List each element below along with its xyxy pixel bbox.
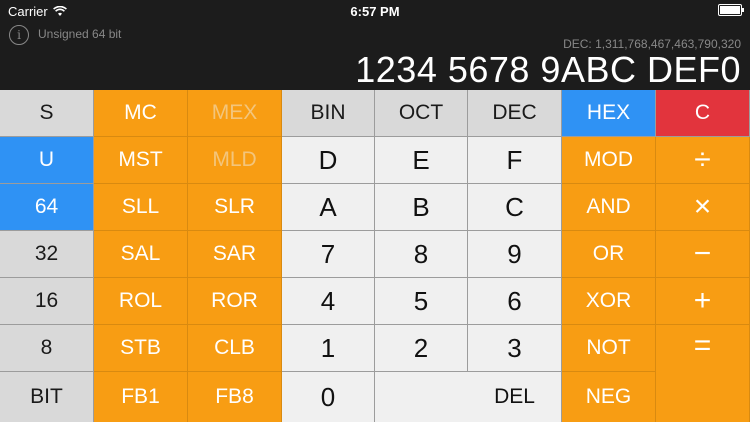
multiply-key[interactable]: × (656, 184, 750, 231)
hex-mode-key[interactable]: HEX (562, 90, 656, 137)
digit-4-key[interactable]: 4 (282, 278, 375, 325)
and-key[interactable]: AND (562, 184, 656, 231)
digit-e-key[interactable]: E (375, 137, 468, 184)
or-key[interactable]: OR (562, 231, 656, 278)
digit-9-key[interactable]: 9 (468, 231, 562, 278)
digit-1-key[interactable]: 1 (282, 325, 375, 372)
bits-16-key[interactable]: 16 (0, 278, 94, 325)
shift-arith-left-key[interactable]: SAL (94, 231, 188, 278)
bits-32-key[interactable]: 32 (0, 231, 94, 278)
xor-key[interactable]: XOR (562, 278, 656, 325)
main-value: 1234 5678 9ABC DEF0 (355, 49, 741, 90)
bits-8-key[interactable]: 8 (0, 325, 94, 372)
digit-6-key[interactable]: 6 (468, 278, 562, 325)
memory-load-key[interactable]: MLD (188, 137, 282, 184)
delete-key[interactable]: DEL (468, 372, 562, 422)
memory-exchange-key[interactable]: MEX (188, 90, 282, 137)
signed-key[interactable]: S (0, 90, 94, 137)
mode-label: Unsigned 64 bit (38, 27, 122, 41)
digit-5-key[interactable]: 5 (375, 278, 468, 325)
divide-key[interactable]: ÷ (656, 137, 750, 184)
battery-icon (718, 4, 744, 16)
status-bar: Carrier 6:57 PM (0, 0, 750, 22)
shift-left-logical-key[interactable]: SLL (94, 184, 188, 231)
mod-key[interactable]: MOD (562, 137, 656, 184)
memory-store-key[interactable]: MST (94, 137, 188, 184)
clear-bit-key[interactable]: CLB (188, 325, 282, 372)
shift-arith-right-key[interactable]: SAR (188, 231, 282, 278)
calculator-display: i Unsigned 64 bit DEC: 1,311,768,467,463… (0, 22, 750, 90)
flip-byte-1-key[interactable]: FB1 (94, 372, 188, 422)
digit-b-key[interactable]: B (375, 184, 468, 231)
clear-key[interactable]: C (656, 90, 750, 137)
negate-key[interactable]: NEG (562, 372, 656, 422)
keypad: S MC MEX BIN OCT DEC HEX C U MST MLD D E… (0, 90, 750, 422)
blank-key-area (375, 372, 468, 422)
equals-key[interactable]: = (656, 325, 750, 422)
octal-mode-key[interactable]: OCT (375, 90, 468, 137)
digit-2-key[interactable]: 2 (375, 325, 468, 372)
digit-3-key[interactable]: 3 (468, 325, 562, 372)
digit-d-key[interactable]: D (282, 137, 375, 184)
shift-right-logical-key[interactable]: SLR (188, 184, 282, 231)
digit-c-key[interactable]: C (468, 184, 562, 231)
memory-clear-key[interactable]: MC (94, 90, 188, 137)
digit-7-key[interactable]: 7 (282, 231, 375, 278)
set-bit-key[interactable]: STB (94, 325, 188, 372)
digit-f-key[interactable]: F (468, 137, 562, 184)
bit-view-key[interactable]: BIT (0, 372, 94, 422)
subtract-key[interactable]: − (656, 231, 750, 278)
rotate-left-key[interactable]: ROL (94, 278, 188, 325)
decimal-mode-key[interactable]: DEC (468, 90, 562, 137)
info-icon[interactable]: i (9, 25, 29, 45)
digit-a-key[interactable]: A (282, 184, 375, 231)
rotate-right-key[interactable]: ROR (188, 278, 282, 325)
add-key[interactable]: + (656, 278, 750, 325)
bits-64-key[interactable]: 64 (0, 184, 94, 231)
status-time: 6:57 PM (350, 4, 400, 19)
not-key[interactable]: NOT (562, 325, 656, 372)
binary-mode-key[interactable]: BIN (282, 90, 375, 137)
digit-8-key[interactable]: 8 (375, 231, 468, 278)
unsigned-key[interactable]: U (0, 137, 94, 184)
flip-byte-8-key[interactable]: FB8 (188, 372, 282, 422)
digit-0-key[interactable]: 0 (282, 372, 375, 422)
status-right (718, 4, 744, 16)
